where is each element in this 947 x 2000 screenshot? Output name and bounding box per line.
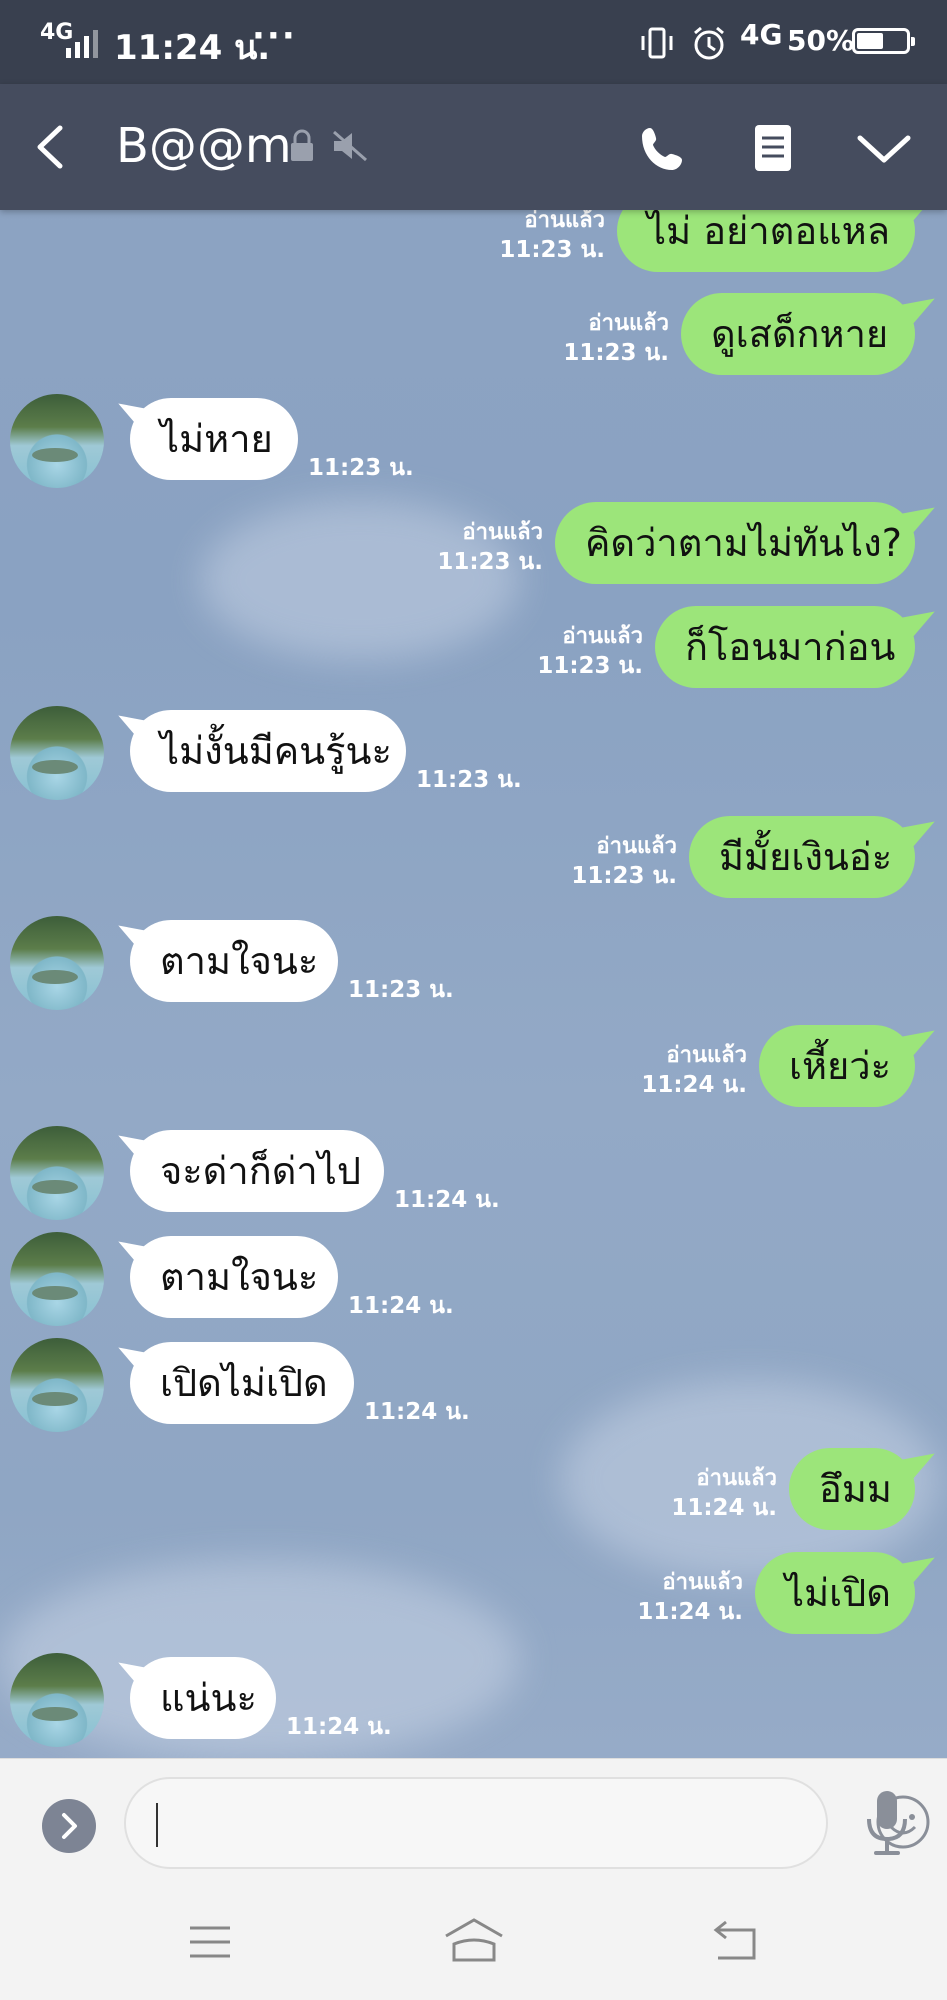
- chevron-down-icon[interactable]: [856, 132, 912, 166]
- battery-percent: 50%: [787, 24, 855, 57]
- back-icon[interactable]: [30, 122, 74, 172]
- chat-screen: 4G 11:24 น. ··· 4G 50% B@@m อ่านแล้ว 11:…: [0, 0, 947, 2000]
- avatar[interactable]: [10, 1653, 104, 1747]
- mute-icon: [333, 130, 367, 162]
- message-time: 11:23 น.: [571, 863, 677, 889]
- input-bar: [0, 1758, 947, 1883]
- contact-name: B@@m: [116, 118, 292, 174]
- expand-button[interactable]: [42, 1799, 96, 1853]
- message-time: 11:24 น.: [637, 1599, 743, 1625]
- notes-icon[interactable]: [752, 122, 794, 174]
- message-time: 11:24 น.: [671, 1495, 777, 1521]
- message-time: 11:24 น.: [286, 1714, 392, 1740]
- message-bubble[interactable]: ตามใจนะ: [130, 1236, 338, 1318]
- message-bubble[interactable]: ไม่งั้นมีคนรู้นะ: [130, 710, 406, 792]
- text-cursor: [156, 1803, 158, 1847]
- message-time: 11:23 น.: [563, 340, 669, 366]
- message-time: 11:23 น.: [499, 237, 605, 263]
- status-time: 11:24 น.: [114, 28, 271, 68]
- message-bubble[interactable]: ดูเสด็กหาย: [681, 293, 915, 375]
- avatar[interactable]: [10, 1126, 104, 1220]
- message-time: 11:23 น.: [308, 455, 414, 481]
- message-bubble[interactable]: ก็โอนมาก่อน: [655, 606, 915, 688]
- message-bubble[interactable]: คิดว่าตามไม่ทันไง?: [555, 502, 915, 584]
- lock-icon: [291, 129, 313, 161]
- vibrate-icon: [641, 27, 673, 59]
- message-time: 11:23 น.: [537, 653, 643, 679]
- message-bubble[interactable]: เหี้ยว่ะ: [759, 1025, 915, 1107]
- data-network-type: 4G: [740, 18, 783, 51]
- message-bubble[interactable]: แน่นะ: [130, 1657, 276, 1739]
- avatar[interactable]: [10, 1232, 104, 1326]
- signal-icon: [66, 30, 102, 58]
- message-input[interactable]: [124, 1777, 930, 1869]
- avatar[interactable]: [10, 1338, 104, 1432]
- message-bubble[interactable]: มีมั้ยเงินอ่ะ: [689, 816, 915, 898]
- message-time: 11:23 น.: [348, 977, 454, 1003]
- avatar[interactable]: [10, 916, 104, 1010]
- message-time: 11:24 น.: [348, 1293, 454, 1319]
- battery-icon: [852, 28, 915, 54]
- message-bubble[interactable]: เปิดไม่เปิด: [130, 1342, 354, 1424]
- alarm-icon: [694, 26, 724, 60]
- home-icon[interactable]: [442, 1916, 506, 1966]
- message-time: 11:24 น.: [641, 1072, 747, 1098]
- message-bubble[interactable]: ตามใจนะ: [130, 920, 338, 1002]
- message-bubble[interactable]: ไม่หาย: [130, 398, 298, 480]
- avatar[interactable]: [10, 706, 104, 800]
- chevron-right-icon: [62, 1813, 77, 1839]
- message-time: 11:23 น.: [437, 549, 543, 575]
- back-nav-icon[interactable]: [710, 1918, 760, 1964]
- message-time: 11:24 น.: [364, 1399, 470, 1425]
- chat-header: B@@m: [0, 84, 947, 210]
- message-bubble[interactable]: ไม่เปิด: [755, 1552, 915, 1634]
- microphone-icon[interactable]: [864, 1789, 910, 1857]
- call-icon[interactable]: [636, 124, 688, 176]
- message-time: 11:24 น.: [394, 1187, 500, 1213]
- message-bubble[interactable]: อึมม: [789, 1448, 915, 1530]
- message-time: 11:23 น.: [416, 767, 522, 793]
- navigation-bar: [0, 1882, 947, 2000]
- more-notifications-icon: ···: [252, 16, 297, 56]
- menu-icon[interactable]: [186, 1922, 234, 1962]
- message-bubble[interactable]: จะด่าก็ด่าไป: [130, 1130, 384, 1212]
- status-bar: 4G 11:24 น. ··· 4G 50%: [0, 0, 947, 84]
- avatar[interactable]: [10, 394, 104, 488]
